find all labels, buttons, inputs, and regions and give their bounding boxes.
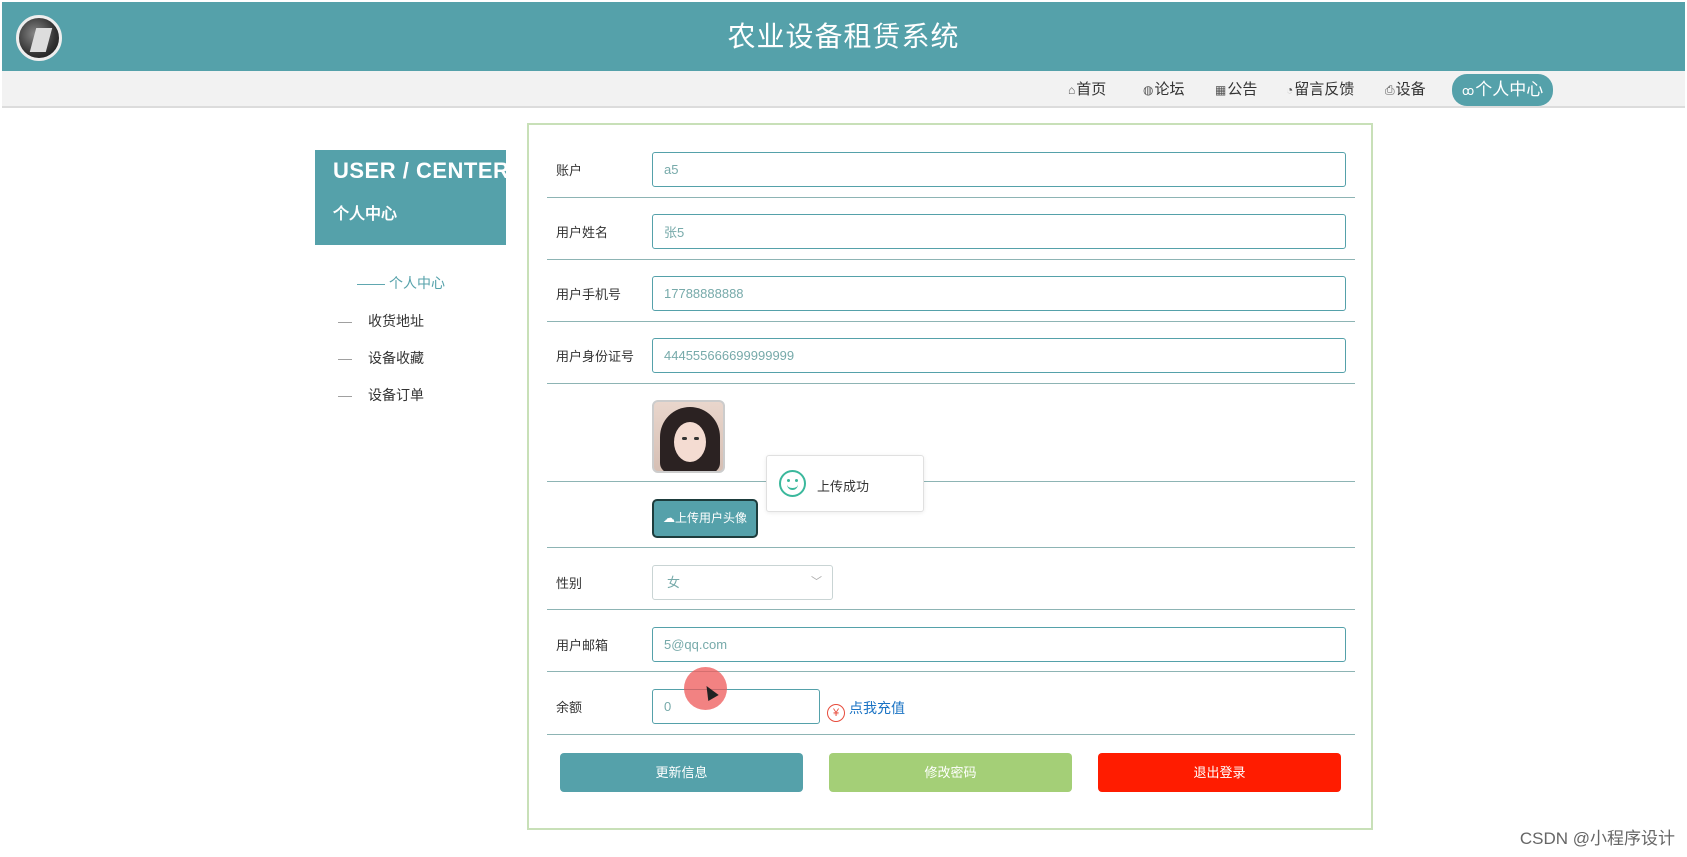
avatar-eye bbox=[694, 437, 699, 440]
name-input[interactable] bbox=[652, 214, 1346, 249]
watermark: CSDN @小程序设计 bbox=[1519, 829, 1675, 848]
smile-icon bbox=[779, 470, 806, 497]
gender-label: 性别 bbox=[556, 576, 583, 591]
profile-form: 账户 用户姓名 用户手机号 用户身份证号 ☁上传用户头像 上传成功 性别 女 ﹀… bbox=[527, 123, 1373, 830]
gender-select[interactable]: 女 ﹀ bbox=[652, 565, 833, 600]
idcard-input[interactable] bbox=[652, 338, 1346, 373]
sidebar-item-address[interactable]: — 收货地址 bbox=[338, 311, 424, 331]
nav-announcement[interactable]: ▦公告 bbox=[1215, 77, 1257, 103]
recharge-link[interactable]: ¥ 点我充值 bbox=[827, 698, 905, 722]
update-info-button[interactable]: 更新信息 bbox=[560, 753, 803, 792]
user-center-banner: USER / CENTER 个人中心 bbox=[315, 150, 510, 245]
row-divider bbox=[547, 259, 1355, 260]
user-center-title-en: USER / CENTER bbox=[333, 158, 510, 183]
sidebar-item-orders[interactable]: — 设备订单 bbox=[338, 385, 424, 405]
balance-label: 余额 bbox=[556, 700, 583, 715]
sidebar-dash: — bbox=[338, 313, 352, 329]
row-divider bbox=[547, 734, 1355, 735]
nav-forum[interactable]: ◍论坛 bbox=[1143, 77, 1185, 103]
email-label: 用户邮箱 bbox=[556, 638, 609, 653]
account-label: 账户 bbox=[556, 163, 583, 178]
site-title: 农业设备租赁系统 bbox=[727, 21, 960, 52]
sidebar-dash: —— bbox=[357, 275, 385, 291]
phone-label: 用户手机号 bbox=[556, 287, 622, 302]
nav-feedback[interactable]: ◔留言反馈 bbox=[1286, 77, 1354, 103]
app-header: 农业设备租赁系统 bbox=[2, 2, 1685, 71]
account-input[interactable] bbox=[652, 152, 1346, 187]
dashboard-icon: ◔ bbox=[1286, 83, 1294, 97]
avatar-face bbox=[674, 422, 706, 462]
chevron-down-icon: ﹀ bbox=[811, 576, 822, 588]
home-icon: ⌂ bbox=[1068, 83, 1076, 97]
sidebar-dash: — bbox=[338, 350, 352, 366]
row-divider bbox=[547, 197, 1355, 198]
sidebar-item-favorites[interactable]: — 设备收藏 bbox=[338, 348, 424, 368]
toast-message: 上传成功 bbox=[817, 479, 870, 494]
user-center-title-cn: 个人中心 bbox=[333, 206, 398, 223]
user-avatar-image bbox=[652, 400, 725, 473]
globe-icon: ◍ bbox=[1143, 83, 1154, 97]
gender-value: 女 bbox=[667, 575, 681, 590]
logout-button[interactable]: 退出登录 bbox=[1098, 753, 1341, 792]
yen-icon: ¥ bbox=[827, 704, 845, 722]
avatar-eye bbox=[682, 437, 687, 440]
top-navbar: ⌂首页 ◍论坛 ▦公告 ◔留言反馈 ⎙设备 ꝏ个人中心 bbox=[2, 71, 1685, 108]
row-divider bbox=[547, 481, 1355, 482]
row-divider bbox=[547, 671, 1355, 672]
email-input[interactable] bbox=[652, 627, 1346, 662]
balance-input[interactable] bbox=[652, 689, 820, 724]
user-icon: ꝏ bbox=[1462, 84, 1475, 98]
cloud-upload-icon: ☁ bbox=[662, 511, 675, 525]
row-divider bbox=[547, 321, 1355, 322]
row-divider bbox=[547, 383, 1355, 384]
sidebar-dash: — bbox=[338, 387, 352, 403]
printer-icon: ⎙ bbox=[1385, 83, 1395, 97]
row-divider bbox=[547, 547, 1355, 548]
calendar-icon: ▦ bbox=[1215, 83, 1227, 97]
idcard-label: 用户身份证号 bbox=[556, 349, 635, 364]
upload-success-toast: 上传成功 bbox=[766, 455, 924, 512]
row-divider bbox=[547, 609, 1355, 610]
nav-home[interactable]: ⌂首页 bbox=[1068, 77, 1106, 103]
change-password-button[interactable]: 修改密码 bbox=[829, 753, 1072, 792]
upload-avatar-button[interactable]: ☁上传用户头像 bbox=[652, 499, 758, 538]
phone-input[interactable] bbox=[652, 276, 1346, 311]
nav-user-center[interactable]: ꝏ个人中心 bbox=[1452, 74, 1554, 106]
sidebar-item-user-center[interactable]: —— 个人中心 bbox=[357, 273, 445, 293]
nav-equipment[interactable]: ⎙设备 bbox=[1385, 77, 1426, 103]
name-label: 用户姓名 bbox=[556, 225, 609, 240]
